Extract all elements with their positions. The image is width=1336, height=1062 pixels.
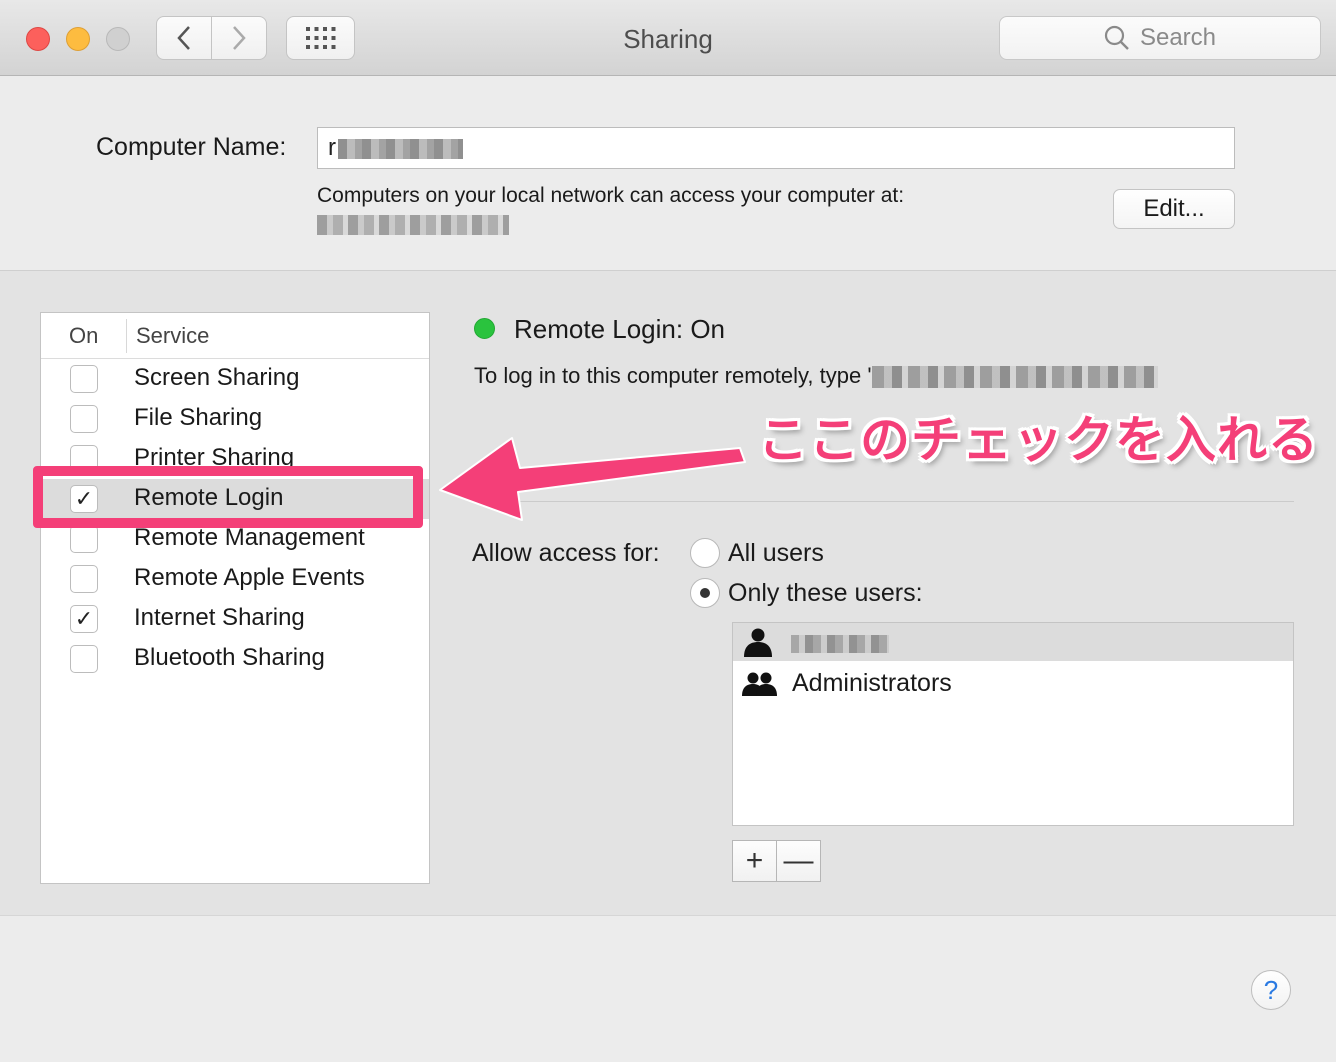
annotation-text: ここのチェックを入れる xyxy=(758,411,1319,469)
annotation-arrow xyxy=(439,437,746,521)
